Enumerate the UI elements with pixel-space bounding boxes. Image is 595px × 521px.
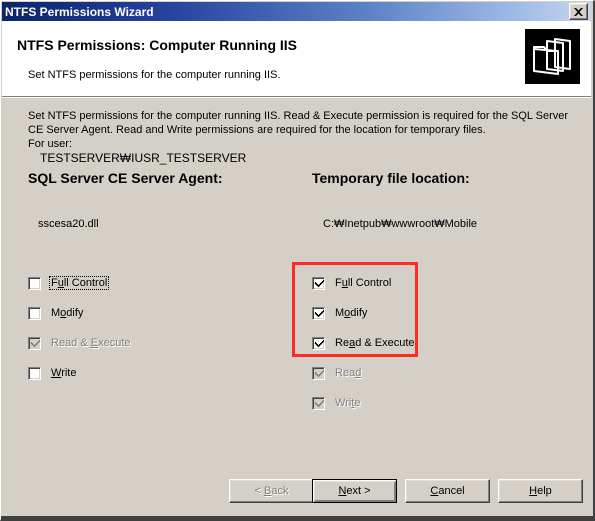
button-label: < Back [254,485,289,497]
title-bar[interactable]: NTFS Permissions Wizard [2,2,591,21]
cancel-button[interactable]: Cancel [405,479,490,503]
checkbox-icon [312,366,325,380]
checkbox-icon[interactable] [28,366,41,380]
left-column-value: sscesa20.dll [38,218,99,230]
right-permission-row: Write [312,395,362,411]
checkbox-label: Read [335,367,362,379]
right-column-heading: Temporary file location: [312,170,470,186]
intro-line-1: Set NTFS permissions for the computer ru… [28,110,569,122]
checkbox-label[interactable]: Modify [49,306,85,320]
right-permission-row[interactable]: Modify [312,305,369,321]
checkbox-label: Read & Execute [51,337,131,349]
close-icon [574,7,583,16]
folders-icon [524,28,581,85]
intro-line-2: CE Server Agent. Read and Write permissi… [28,124,486,136]
window-bottom-edge [1,516,593,519]
checkbox-label[interactable]: Read & Execute [333,336,417,350]
ntfs-permissions-wizard-window: NTFS Permissions Wizard NTFS Permissions… [0,0,595,521]
page-title: NTFS Permissions: Computer Running IIS [17,37,298,53]
checkbox-icon[interactable] [312,276,325,290]
window-title: NTFS Permissions Wizard [5,4,154,19]
help-button[interactable]: Help [498,479,583,503]
right-permission-row: Read [312,365,363,381]
checkbox-icon[interactable] [312,336,325,350]
wizard-body: Set NTFS permissions for the computer ru… [2,98,591,518]
left-permission-row[interactable]: Modify [28,305,85,321]
back-button: < Back [229,479,314,503]
user-account-value: TESTSERVER₩IUSR_TESTSERVER [40,151,247,165]
wizard-header: NTFS Permissions: Computer Running IIS S… [2,21,591,96]
next-button[interactable]: Next > [312,479,397,503]
checkbox-label[interactable]: Full Control [49,276,110,290]
checkbox-icon[interactable] [28,276,41,290]
button-label: Next > [338,485,371,497]
checkbox-icon [28,336,41,350]
checkbox-icon [312,396,325,410]
checkbox-label[interactable]: Modify [333,306,369,320]
checkbox-label[interactable]: Full Control [333,276,393,290]
intro-text: Set NTFS permissions for the computer ru… [28,109,569,151]
left-permission-row[interactable]: Full Control [28,275,110,291]
button-label: Help [529,485,552,497]
checkbox-label[interactable]: Write [49,366,78,380]
checkbox-label: Write [335,397,361,409]
button-row: < Back Next > Cancel Help [2,479,591,507]
left-column-heading: SQL Server CE Server Agent: [28,170,223,186]
left-permission-row: Read & Execute [28,335,133,351]
right-column-value: C:₩Inetpub₩wwwroot₩Mobile [323,218,478,230]
right-permission-row[interactable]: Read & Execute [312,335,417,351]
left-permission-row[interactable]: Write [28,365,78,381]
button-label: Cancel [430,485,465,497]
checkbox-icon[interactable] [28,306,41,320]
close-button[interactable] [569,3,588,20]
right-permission-row[interactable]: Full Control [312,275,393,291]
checkbox-icon[interactable] [312,306,325,320]
page-subtitle: Set NTFS permissions for the computer ru… [28,69,281,81]
intro-line-3: For user: [28,138,73,150]
